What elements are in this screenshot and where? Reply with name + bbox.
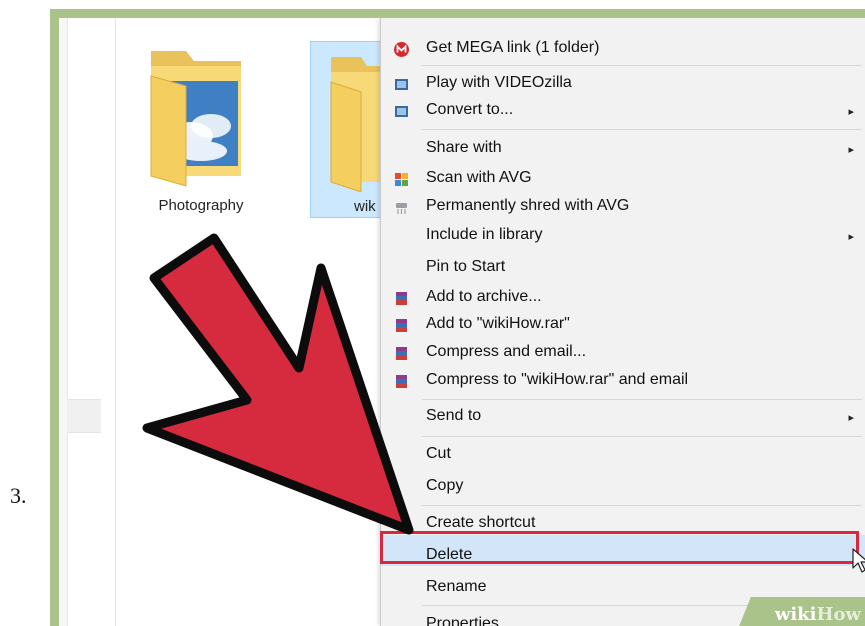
screenshot-frame: Photography wik Get MEGA link (1 folder) <box>50 9 865 626</box>
watermark-wiki: wiki <box>774 604 817 625</box>
wikihow-watermark: wikiHow <box>775 604 861 625</box>
red-arrow-icon <box>142 233 414 535</box>
explorer-window: Photography wik Get MEGA link (1 folder) <box>59 18 865 626</box>
watermark-how: How <box>816 604 861 625</box>
step-number: 3. <box>10 483 27 508</box>
